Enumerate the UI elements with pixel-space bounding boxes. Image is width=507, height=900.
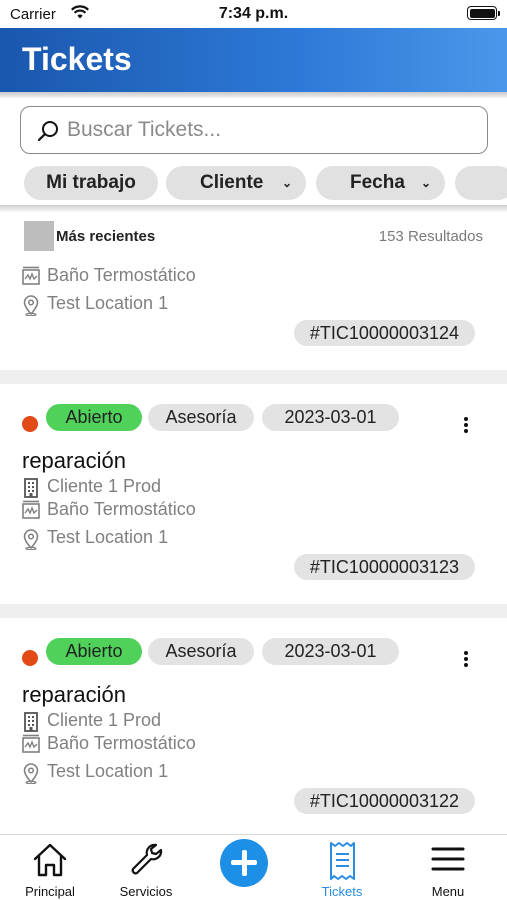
sort-icon[interactable] — [24, 221, 54, 251]
ticket-id-badge: #TIC10000003124 — [293, 320, 475, 346]
asset-label: Baño Termostático — [47, 733, 196, 753]
location-pin-icon — [23, 763, 39, 784]
nav-servicios[interactable]: Servicios — [96, 835, 196, 900]
add-icon — [220, 839, 268, 887]
ticket-title: reparación — [22, 682, 126, 707]
asset-label: Baño Termostático — [47, 499, 196, 519]
card-divider — [0, 604, 507, 618]
status-badge: Abierto — [46, 638, 142, 665]
ticket-id-badge: #TIC10000003123 — [293, 554, 475, 580]
filter-shadow — [0, 205, 507, 213]
client-label: Cliente 1 Prod — [47, 710, 162, 730]
clock: 7:34 p.m. — [218, 5, 289, 22]
ticket-card[interactable]: Abierto Asesoría 2023-03-01 reparación C… — [0, 384, 507, 604]
building-icon — [24, 478, 38, 498]
nav-label: Servicios — [119, 884, 173, 899]
bottom-nav: Principal Servicios Tickets Menu — [0, 834, 507, 900]
home-icon — [33, 843, 67, 877]
status-dot — [22, 650, 38, 666]
nav-principal[interactable]: Principal — [0, 835, 100, 900]
status-dot — [22, 416, 38, 432]
equipment-icon — [22, 500, 40, 519]
filter-date-chip[interactable]: Fecha ⌄ — [316, 166, 445, 200]
nav-label: Tickets — [321, 884, 363, 899]
filter-chip-label: Fecha — [350, 172, 405, 193]
ticket-card[interactable]: Abierto Asesoría 2023-03-01 reparación C… — [0, 618, 507, 834]
search-icon — [37, 119, 61, 148]
more-vertical-icon[interactable] — [461, 650, 471, 670]
add-ticket-button[interactable] — [194, 835, 294, 900]
nav-menu[interactable]: Menu — [398, 835, 498, 900]
nav-label: Menu — [431, 884, 465, 899]
type-badge: Asesoría — [148, 404, 254, 431]
sort-label[interactable]: Más recientes — [56, 228, 155, 245]
battery-icon — [467, 6, 500, 20]
page-title: Tickets — [22, 41, 132, 77]
filter-more-chip[interactable] — [455, 166, 507, 200]
client-label: Cliente 1 Prod — [47, 476, 162, 496]
location-label: Test Location 1 — [47, 293, 169, 313]
chevron-down-icon: ⌄ — [281, 176, 292, 190]
filter-chip-label: Mi trabajo — [46, 172, 136, 193]
status-badge: Abierto — [46, 404, 142, 431]
equipment-icon — [22, 266, 40, 285]
location-label: Test Location 1 — [47, 527, 169, 547]
date-badge: 2023-03-01 — [262, 638, 399, 665]
ticket-title: reparación — [22, 448, 126, 473]
equipment-icon — [22, 734, 40, 753]
wrench-icon — [131, 843, 163, 875]
status-bar: Carrier 7:34 p.m. — [0, 0, 507, 28]
type-badge: Asesoría — [148, 638, 254, 665]
date-badge: 2023-03-01 — [262, 404, 399, 431]
asset-label: Baño Termostático — [47, 265, 196, 285]
filter-row: Mi trabajo Cliente ⌄ Fecha ⌄ — [0, 166, 507, 202]
search-box[interactable] — [20, 106, 488, 154]
nav-tickets[interactable]: Tickets — [292, 835, 392, 900]
location-label: Test Location 1 — [47, 761, 169, 781]
ticket-id-badge: #TIC10000003122 — [293, 788, 475, 814]
nav-label: Principal — [25, 884, 75, 899]
receipt-icon — [330, 842, 355, 880]
filter-my-work-chip[interactable]: Mi trabajo — [24, 166, 158, 200]
building-icon — [24, 712, 38, 732]
card-divider — [0, 370, 507, 384]
search-input[interactable] — [67, 117, 467, 143]
header-shadow — [0, 92, 507, 98]
more-vertical-icon[interactable] — [461, 416, 471, 436]
menu-icon — [431, 847, 465, 871]
filter-chip-label: Cliente — [200, 172, 264, 193]
results-count: 153 Resultados — [378, 228, 483, 245]
chevron-down-icon: ⌄ — [420, 176, 431, 190]
location-pin-icon — [23, 529, 39, 550]
filter-client-chip[interactable]: Cliente ⌄ — [166, 166, 306, 200]
location-pin-icon — [23, 295, 39, 316]
app-header: Tickets — [0, 28, 507, 92]
ticket-card[interactable]: Baño Termostático Test Location 1 #TIC10… — [0, 258, 507, 370]
